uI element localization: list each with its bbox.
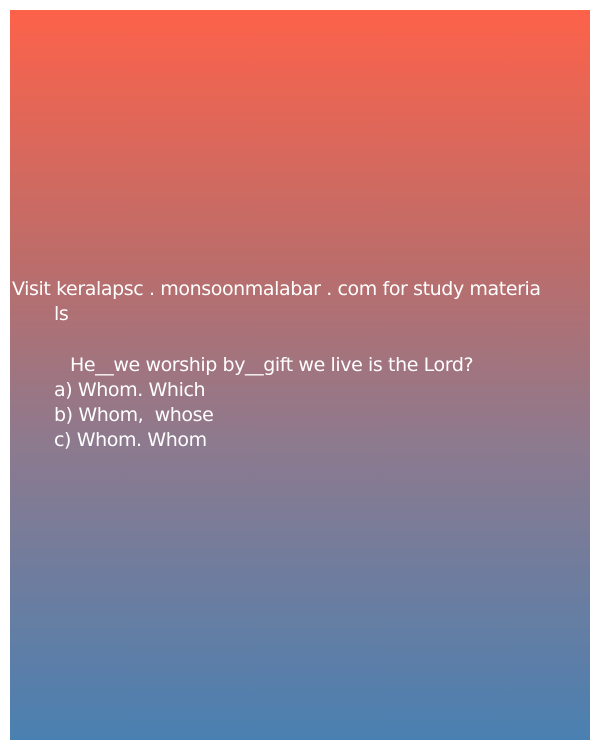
site-promo-text-continued: ls <box>54 303 69 325</box>
question-card: Visit keralapsc . monsoonmalabar . com f… <box>10 10 590 740</box>
answer-options: a) Whom. Which b) Whom, whose c) Whom. W… <box>54 378 214 453</box>
option-b: b) Whom, whose <box>54 404 214 426</box>
option-c: c) Whom. Whom <box>54 429 207 451</box>
option-a: a) Whom. Which <box>54 379 206 401</box>
question-text: He__we worship by__gift we live is the L… <box>70 354 474 376</box>
site-promo-text: Visit keralapsc . monsoonmalabar . com f… <box>12 278 541 300</box>
